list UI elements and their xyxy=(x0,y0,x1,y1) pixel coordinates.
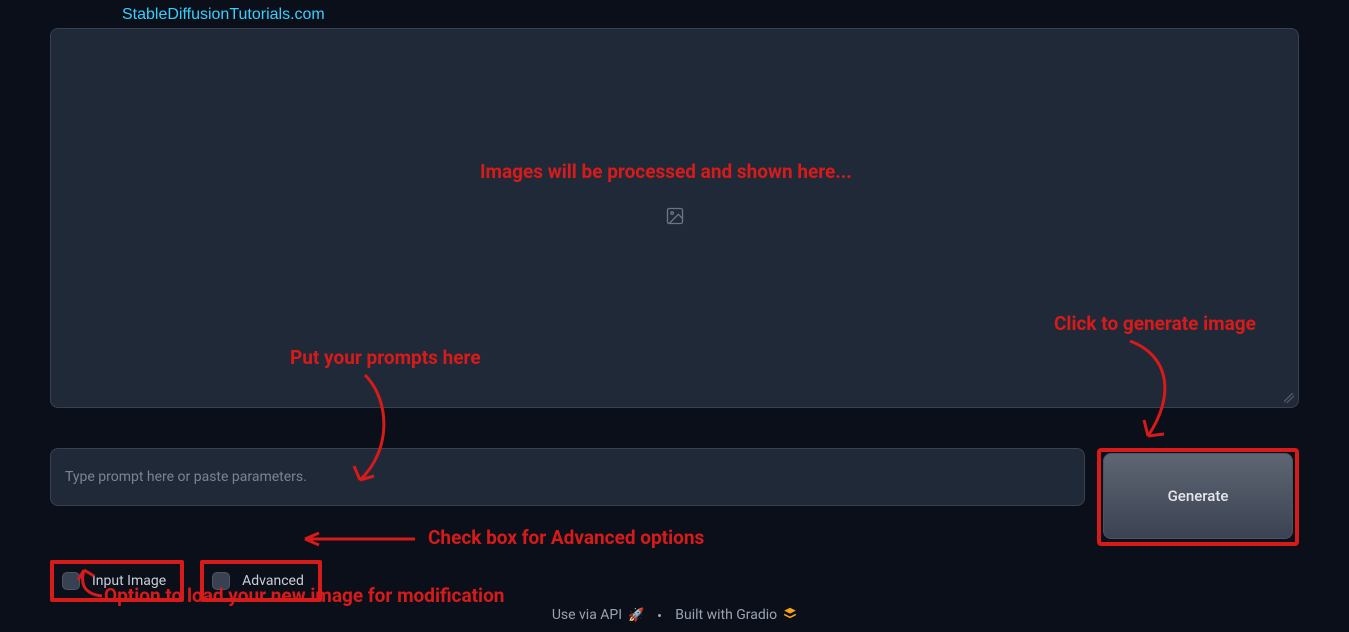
site-watermark: StableDiffusionTutorials.com xyxy=(122,6,325,24)
image-preview-panel xyxy=(50,28,1299,408)
rocket-icon: 🚀 xyxy=(628,608,644,623)
image-icon xyxy=(665,206,685,230)
gradio-icon xyxy=(783,606,797,624)
input-image-checkbox[interactable] xyxy=(62,572,80,590)
prompt-container[interactable] xyxy=(50,448,1085,506)
input-image-label: Input Image xyxy=(92,573,166,589)
separator-dot xyxy=(658,614,661,617)
advanced-option[interactable]: Advanced xyxy=(200,560,322,602)
generate-button[interactable]: Generate xyxy=(1103,453,1293,539)
footer: Use via API 🚀 Built with Gradio xyxy=(0,606,1349,624)
footer-api-text: Use via API xyxy=(552,607,622,623)
use-via-api-link[interactable]: Use via API 🚀 xyxy=(552,607,644,623)
advanced-checkbox[interactable] xyxy=(212,572,230,590)
advanced-label: Advanced xyxy=(242,573,304,589)
input-image-option[interactable]: Input Image xyxy=(50,560,184,602)
footer-built-text: Built with Gradio xyxy=(675,607,777,623)
prompt-input[interactable] xyxy=(65,469,1070,485)
built-with-gradio-link[interactable]: Built with Gradio xyxy=(675,606,797,624)
